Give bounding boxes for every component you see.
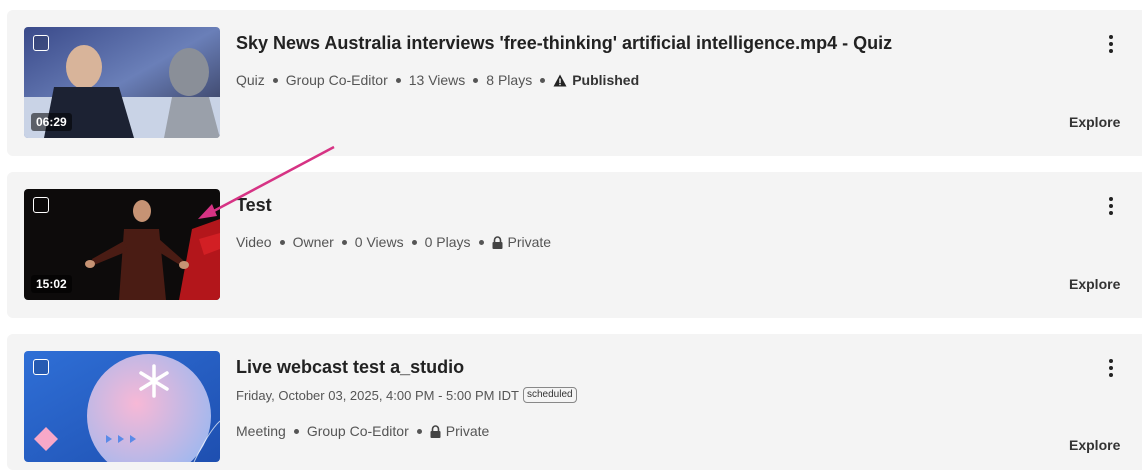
select-checkbox[interactable] [33, 197, 49, 213]
entry-status: Private [430, 423, 490, 439]
separator-dot [272, 77, 278, 83]
entry-meta: Meeting Group Co-Editor Private [236, 423, 489, 439]
thumbnail-image [24, 351, 220, 462]
separator-dot [279, 239, 285, 245]
more-options-button[interactable] [1102, 32, 1120, 56]
separator-dot [395, 77, 401, 83]
entry-role: Group Co-Editor [306, 423, 409, 439]
entry-schedule: Friday, October 03, 2025, 4:00 PM - 5:00… [236, 387, 577, 403]
entry-title[interactable]: Live webcast test a_studio [236, 357, 464, 378]
lock-icon [492, 235, 502, 249]
explore-button[interactable]: Explore [1069, 276, 1120, 292]
entry-views: 13 Views [408, 72, 466, 88]
duration-label: 06:29 [31, 113, 72, 131]
entry-thumbnail[interactable]: 06:29 [24, 27, 220, 138]
separator-dot [478, 239, 484, 245]
lock-icon [430, 424, 441, 438]
more-options-button[interactable] [1102, 194, 1120, 218]
entry-meta: Quiz Group Co-Editor 13 Views 8 Plays Pu… [236, 72, 639, 88]
warning-icon [553, 74, 567, 86]
entry-card: Live webcast test a_studio Friday, Octob… [7, 334, 1142, 470]
separator-dot [293, 428, 299, 434]
status-label: Published [572, 72, 640, 88]
separator-dot [341, 239, 347, 245]
entry-meta: Video Owner 0 Views 0 Plays Private [236, 234, 551, 250]
entry-card: 15:02 Test Video Owner 0 Views 0 Plays P… [7, 172, 1142, 318]
separator-dot [411, 239, 417, 245]
status-label: Private [445, 423, 490, 439]
explore-button[interactable]: Explore [1069, 437, 1120, 453]
entry-plays: 0 Plays [424, 234, 471, 250]
entry-role: Group Co-Editor [285, 72, 388, 88]
entry-status: Published [553, 72, 639, 88]
explore-button[interactable]: Explore [1069, 114, 1120, 130]
more-options-button[interactable] [1102, 356, 1120, 380]
duration-label: 15:02 [31, 275, 72, 293]
entry-card: 06:29 Sky News Australia interviews 'fre… [7, 10, 1142, 156]
entry-type: Quiz [236, 72, 265, 88]
schedule-date: Friday, October 03, 2025, 4:00 PM - 5:00… [236, 387, 519, 403]
entry-thumbnail[interactable] [24, 351, 220, 462]
separator-dot [473, 77, 479, 83]
entry-views: 0 Views [354, 234, 404, 250]
entry-thumbnail[interactable]: 15:02 [24, 189, 220, 300]
entry-title[interactable]: Sky News Australia interviews 'free-thin… [236, 33, 892, 54]
scheduled-badge: scheduled [523, 387, 577, 403]
entry-type: Meeting [236, 423, 286, 439]
entry-title[interactable]: Test [236, 195, 272, 216]
entry-role: Owner [292, 234, 334, 250]
separator-dot [416, 428, 422, 434]
select-checkbox[interactable] [33, 359, 49, 375]
status-label: Private [507, 234, 552, 250]
separator-dot [540, 77, 546, 83]
entry-plays: 8 Plays [486, 72, 533, 88]
entry-status: Private [492, 234, 552, 250]
entry-type: Video [236, 234, 272, 250]
select-checkbox[interactable] [33, 35, 49, 51]
